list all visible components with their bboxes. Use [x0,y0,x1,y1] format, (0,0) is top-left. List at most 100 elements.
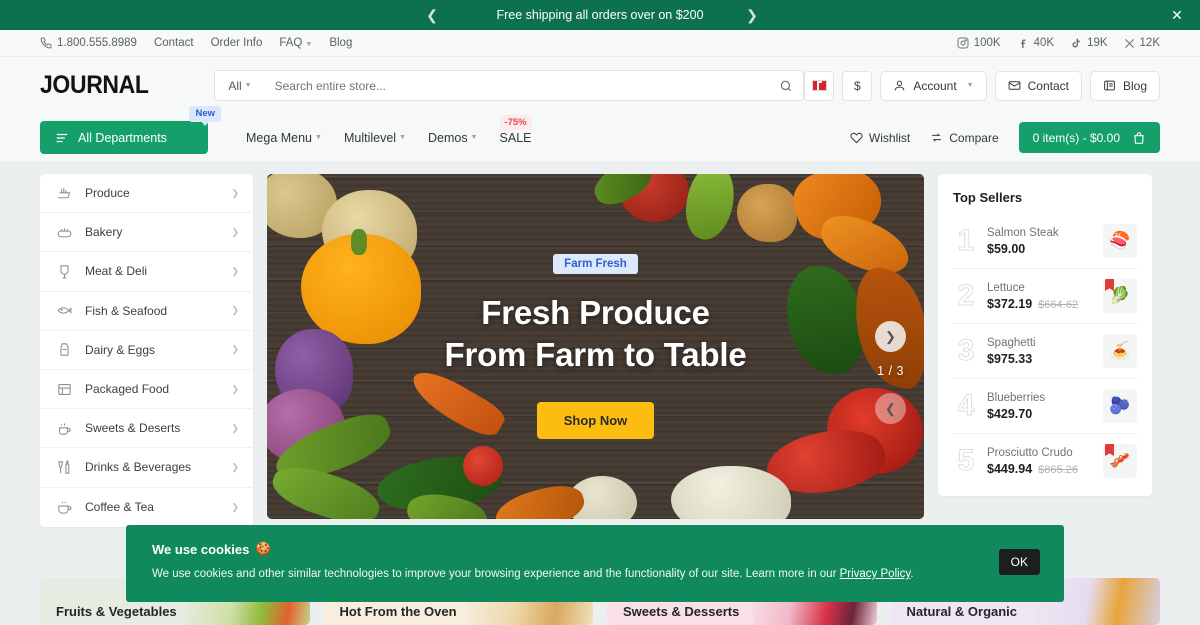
category-item-drinks-beverages[interactable]: Drinks & Beverages ❯ [40,448,253,488]
search-input[interactable] [251,78,780,93]
seller-price: $372.19 [987,296,1033,311]
nav-item-mega-menu[interactable]: Mega Menu ▼ [246,131,322,145]
seller-thumbnail: 🥬 [1103,279,1137,313]
blog-icon [1104,80,1115,91]
compare-label: Compare [949,130,999,145]
nav-item-demos-label: Demos [428,130,468,145]
seller-old-price: $664.62 [1038,298,1078,311]
top-links: 1.800.555.8989 Contact Order Info FAQ ▼ B… [40,37,352,49]
cookie-title-text: We use cookies [152,541,250,557]
search-submit-button[interactable] [779,79,793,93]
hero-heading-line2: From Farm to Table [444,336,747,373]
seller-rank: 2 [957,279,975,312]
packaged-food-icon [55,380,73,398]
top-seller-item[interactable]: 5 Prosciutto Crudo $449.94 $865.26 🥓 [953,434,1137,488]
cookie-accept-button[interactable]: OK [998,549,1040,575]
seller-thumbnail: 🫐 [1103,389,1137,423]
category-item-produce[interactable]: Produce ❯ [40,174,253,214]
chevron-right-icon: ❯ [231,226,239,237]
chevron-right-icon: ❯ [231,305,239,316]
category-item-dairy-eggs[interactable]: Dairy & Eggs ❯ [40,331,253,370]
promo-bar: Free shipping all orders over on $200 ❮ … [0,0,1200,30]
heart-icon [850,132,863,144]
sale-discount-badge: -75% [499,114,532,130]
top-sellers-panel: Top Sellers 1 Salmon Steak $59.00 🍣 2 Le… [938,174,1152,496]
chevron-right-icon: ❯ [231,461,239,472]
nav-item-multilevel[interactable]: Multilevel ▼ [344,131,406,145]
top-seller-item[interactable]: 3 Spaghetti $975.33 🍝 [953,324,1137,379]
top-seller-item[interactable]: 1 Salmon Steak $59.00 🍣 [953,214,1137,269]
promo-close-icon[interactable]: ✕ [1164,0,1190,30]
instagram-count: 100K [973,37,1001,49]
seller-old-price: $865.26 [1038,463,1078,476]
hero-prev-button[interactable]: ❮ [875,393,906,424]
topbar-link-blog[interactable]: Blog [329,37,352,49]
drinks-icon [55,458,73,476]
hero-content: Farm Fresh Fresh Produce From Farm to Ta… [267,174,924,519]
category-label: Coffee & Tea [85,500,154,515]
social-instagram[interactable]: 100K [957,37,1001,49]
search-category-select[interactable]: All ▼ [228,79,251,93]
category-item-meat-deli[interactable]: Meat & Deli ❯ [40,252,253,292]
category-item-sweets-deserts[interactable]: Sweets & Deserts ❯ [40,409,253,449]
tiktok-icon [1072,38,1080,48]
contact-button[interactable]: Contact [994,70,1082,101]
account-button[interactable]: Account ▼ [880,70,987,101]
compare-button[interactable]: Compare [930,130,999,145]
wishlist-label: Wishlist [868,130,911,145]
shop-now-button[interactable]: Shop Now [536,402,655,440]
all-departments-button[interactable]: All Departments New [40,106,221,154]
site-logo[interactable]: JOURNAL [40,71,196,100]
user-icon [894,80,905,91]
dairy-icon [55,341,73,359]
category-item-packaged-food[interactable]: Packaged Food ❯ [40,370,253,410]
cart-total-label: 0 item(s) - $0.00 [1032,130,1120,145]
seller-info: Salmon Steak $59.00 [987,227,1095,256]
seller-thumbnail: 🍝 [1103,334,1137,368]
wishlist-button[interactable]: Wishlist [850,131,910,145]
category-item-coffee-tea[interactable]: Coffee & Tea ❯ [40,488,253,527]
blog-button[interactable]: Blog [1089,70,1160,101]
promo-prev-icon[interactable]: ❮ [417,0,447,30]
seller-prices: $975.33 [987,352,1095,366]
flag-icon [811,80,827,91]
topbar-link-order-info[interactable]: Order Info [211,37,263,49]
category-item-fish-seafood[interactable]: Fish & Seafood ❯ [40,292,253,331]
cart-button[interactable]: 0 item(s) - $0.00 [1018,122,1160,153]
privacy-policy-link[interactable]: Privacy Policy [840,568,911,580]
promo-next-icon[interactable]: ❯ [737,0,767,30]
chevron-down-icon: ▼ [305,41,313,48]
seller-rank: 1 [957,224,975,257]
top-sellers-title: Top Sellers [953,190,1023,205]
top-seller-item[interactable]: 4 Blueberries $429.70 🫐 [953,379,1137,434]
currency-selector[interactable]: $ [842,70,873,101]
search-icon [781,80,792,91]
main-nav: All Departments New Mega Menu ▼ Multilev… [0,106,1200,161]
topbar-link-contact[interactable]: Contact [154,37,194,49]
facebook-count: 40K [1033,37,1055,49]
category-item-bakery[interactable]: Bakery ❯ [40,213,253,253]
hero-slider[interactable]: Farm Fresh Fresh Produce From Farm to Ta… [267,174,924,519]
phone-number[interactable]: 1.800.555.8989 [40,37,137,49]
blog-label: Blog [1122,78,1147,93]
language-selector[interactable] [804,70,835,101]
nav-item-demos[interactable]: Demos ▼ [428,131,478,145]
cookie-text-before: We use cookies and other similar technol… [152,568,840,580]
promo-message: Free shipping all orders over on $200 [496,8,704,22]
social-facebook[interactable]: 40K [1017,37,1054,49]
hero-next-button[interactable]: ❯ [875,321,906,352]
coffee-icon [55,498,73,516]
seller-info: Spaghetti $975.33 [987,337,1095,366]
chevron-down-icon: ▼ [399,134,406,141]
seller-prices: $449.94 $865.26 [987,462,1095,476]
seller-prices: $372.19 $664.62 [987,297,1095,311]
social-x[interactable]: 12K [1124,37,1160,49]
topbar-link-faq[interactable]: FAQ ▼ [279,37,312,49]
chevron-down-icon: ▼ [470,134,478,141]
seller-price: $59.00 [987,241,1026,256]
bakery-icon [55,223,73,241]
search-bar: All ▼ [214,70,805,101]
top-seller-item[interactable]: 2 Lettuce $372.19 $664.62 🥬 [953,269,1137,324]
social-tiktok[interactable]: 19K [1070,37,1108,49]
nav-item-sale[interactable]: -75% SALE [499,114,532,145]
